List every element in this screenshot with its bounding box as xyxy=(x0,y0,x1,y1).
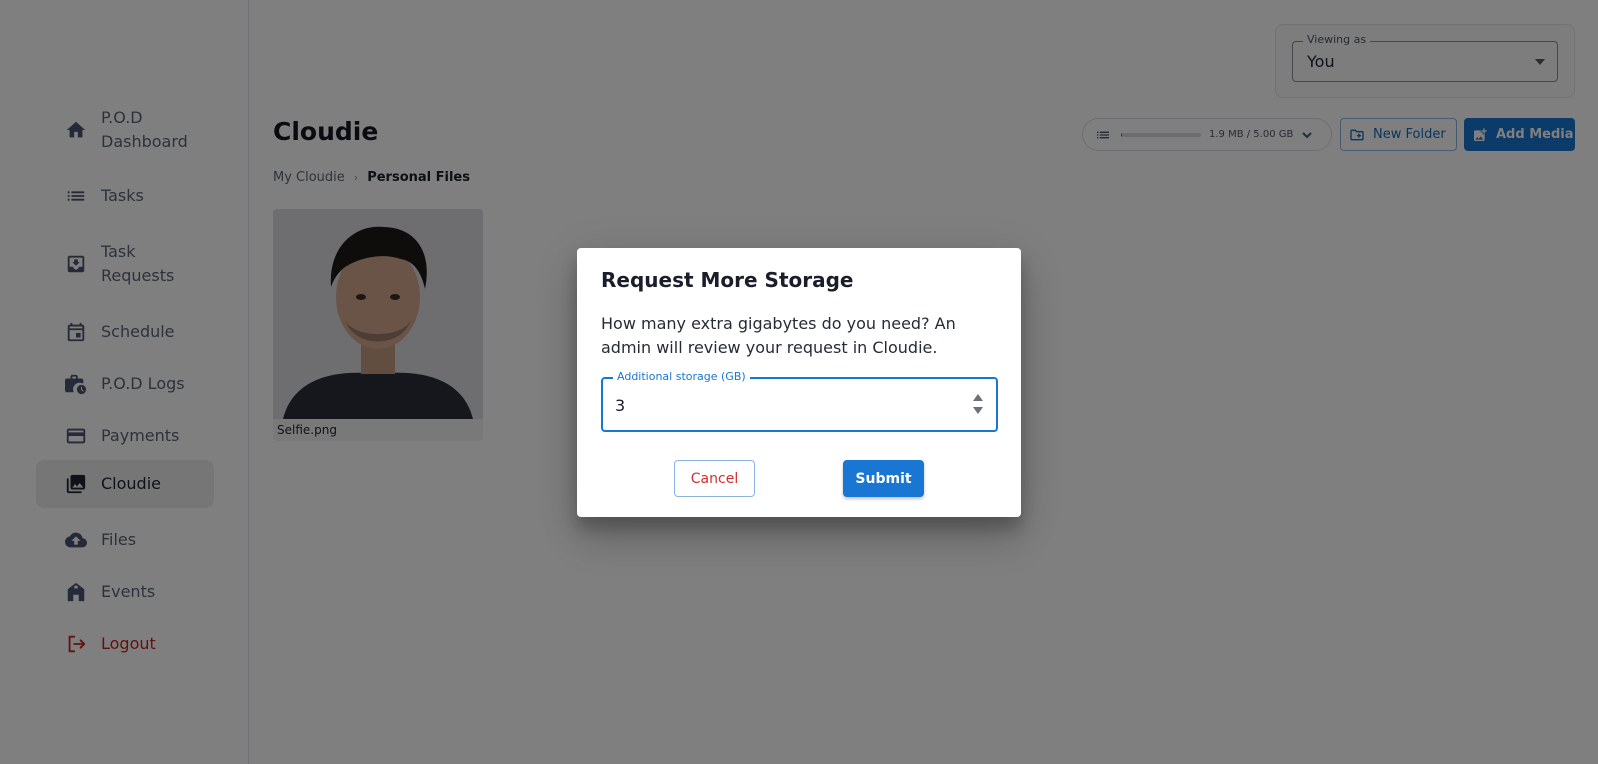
additional-storage-field: Additional storage (GB) xyxy=(601,370,998,432)
additional-storage-label: Additional storage (GB) xyxy=(613,370,750,383)
submit-button[interactable]: Submit xyxy=(843,460,924,497)
cancel-button[interactable]: Cancel xyxy=(674,460,755,497)
dialog-title: Request More Storage xyxy=(601,268,854,292)
request-storage-dialog: Request More Storage How many extra giga… xyxy=(577,248,1021,517)
stepper-up-icon[interactable] xyxy=(973,394,983,401)
dialog-description: How many extra gigabytes do you need? An… xyxy=(601,314,956,357)
stepper-down-icon[interactable] xyxy=(973,407,983,414)
number-stepper[interactable] xyxy=(972,394,984,416)
additional-storage-input[interactable] xyxy=(615,391,955,419)
